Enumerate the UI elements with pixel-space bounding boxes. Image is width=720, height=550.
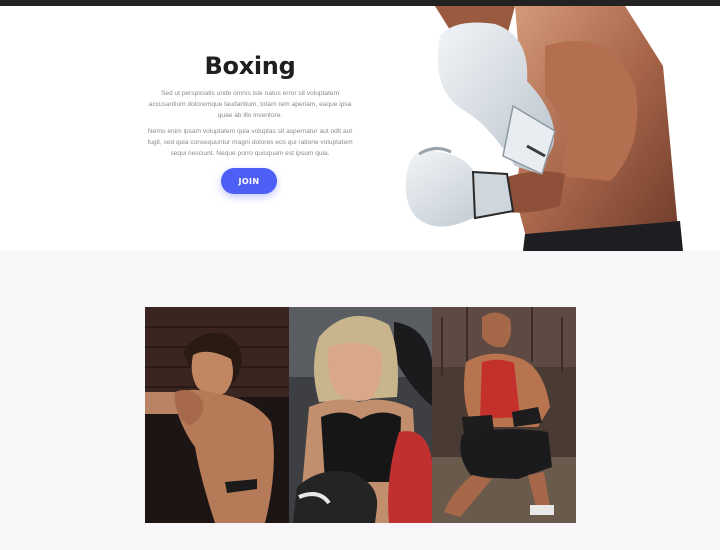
- gallery-item[interactable]: [145, 307, 289, 523]
- male-boxer-photo-icon: [145, 307, 289, 523]
- gallery-item[interactable]: [288, 307, 433, 523]
- hero-section: Boxing Sed ut perspiciatis unde omnis is…: [0, 6, 720, 251]
- hero-paragraph-1: Sed ut perspiciatis unde omnis iste natu…: [148, 90, 352, 119]
- boxer-hero-image: [395, 6, 695, 251]
- hero-text-block: Boxing Sed ut perspiciatis unde omnis is…: [145, 52, 355, 159]
- join-button[interactable]: JOIN: [221, 168, 277, 194]
- gallery: [145, 307, 576, 523]
- gallery-item[interactable]: [432, 307, 576, 523]
- page-title: Boxing: [204, 52, 296, 80]
- athlete-training-photo-icon: [432, 307, 576, 523]
- hero-paragraph-2: Nemo enim ipsam voluptatem quia voluptas…: [147, 128, 353, 157]
- female-boxer-photo-icon: [288, 307, 433, 523]
